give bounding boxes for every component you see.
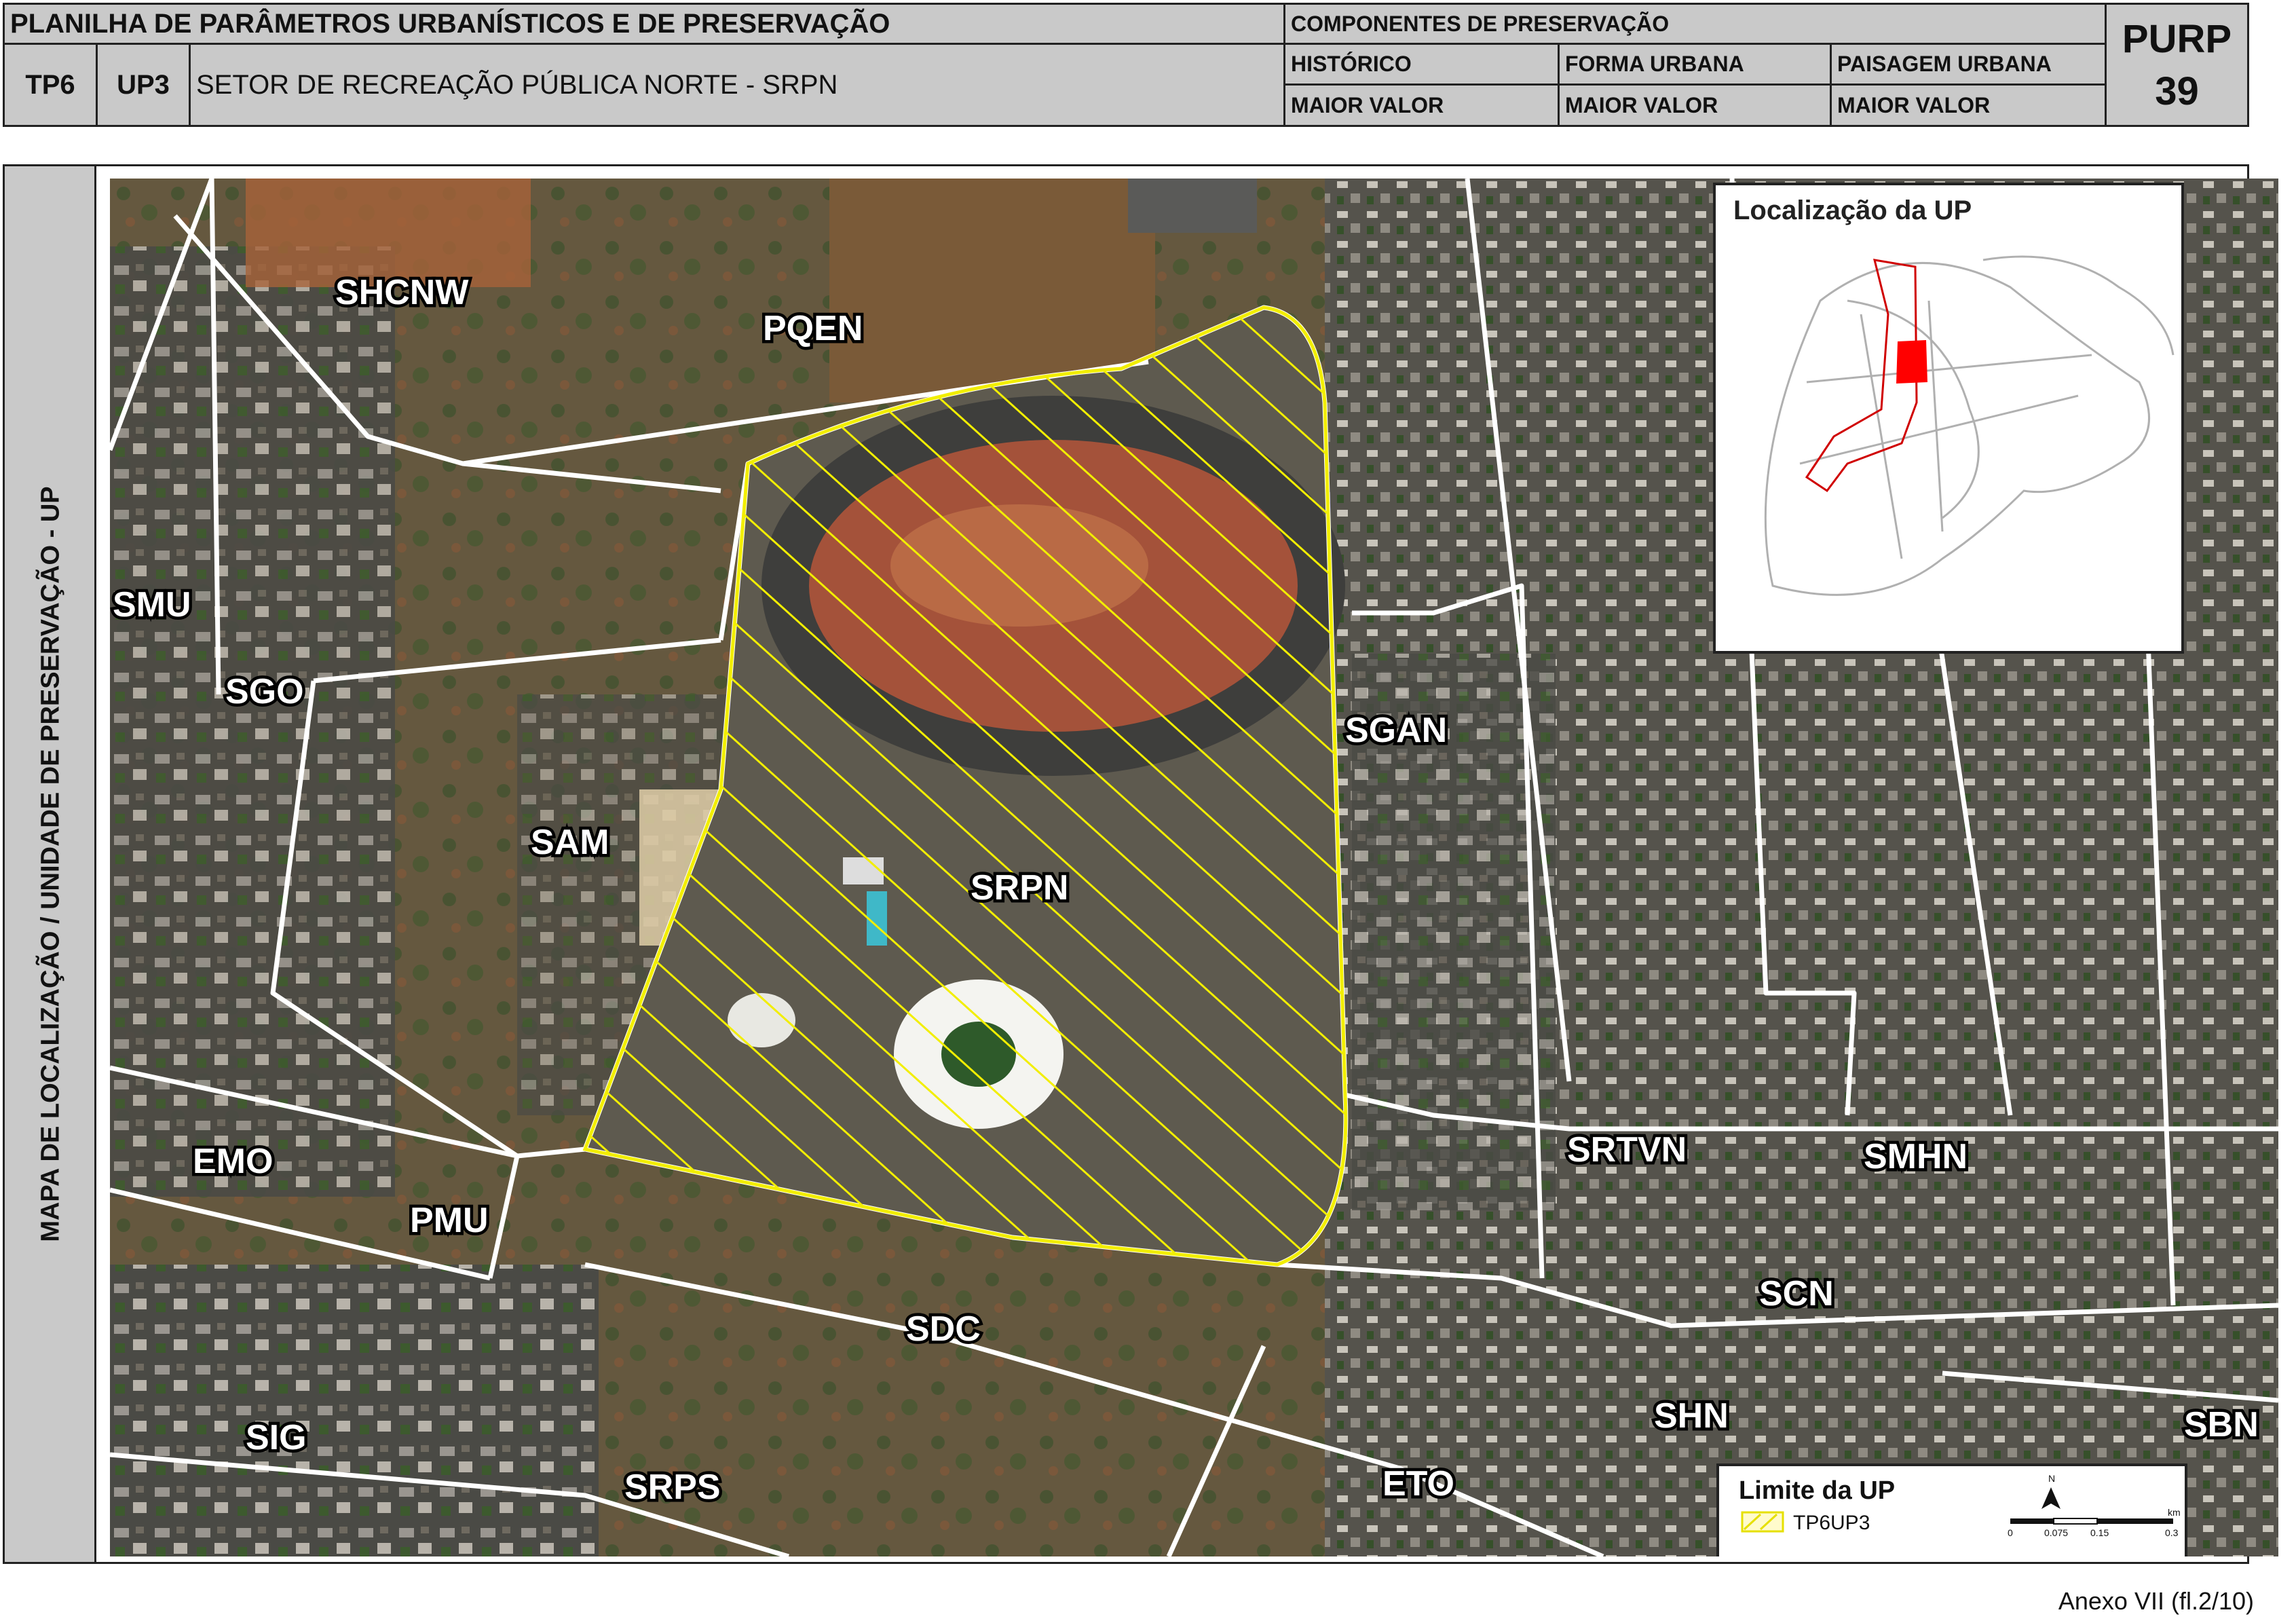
up-code: UP3: [96, 43, 191, 127]
area-label-srtvn[interactable]: SRTVN: [1564, 1127, 1690, 1173]
value-paisagem-urbana: MAIOR VALOR: [1830, 83, 2107, 127]
scale-label-2: 0.15: [2090, 1527, 2109, 1538]
sector-name: SETOR DE RECREAÇÃO PÚBLICA NORTE - SRPN: [189, 43, 1285, 127]
area-label-emo[interactable]: EMO: [190, 1139, 276, 1184]
scale-unit: km: [2168, 1507, 2181, 1518]
legend: Limite da UP TP6UP3 N 0 0.075 0.15 0.3 k…: [1716, 1463, 2187, 1556]
legend-title: Limite da UP: [1739, 1476, 1895, 1505]
area-label-smhn[interactable]: SMHN: [1861, 1134, 1971, 1180]
sidebar: MAPA DE LOCALIZAÇÃO / UNIDADE DE PRESERV…: [5, 166, 96, 1562]
area-label-sgan[interactable]: SGAN: [1342, 708, 1450, 753]
inset-highlight-up: [1896, 340, 1927, 384]
map-frame: MAPA DE LOCALIZAÇÃO / UNIDADE DE PRESERV…: [3, 164, 2278, 1564]
purp-number: 39: [2155, 69, 2199, 113]
area-label-srps[interactable]: SRPS: [622, 1465, 724, 1510]
header-table: PLANILHA DE PARÂMETROS URBANÍSTICOS E DE…: [3, 3, 2249, 127]
components-title: COMPONENTES DE PRESERVAÇÃO: [1283, 3, 2107, 45]
component-paisagem-urbana: PAISAGEM URBANA: [1830, 43, 2107, 86]
inset-map[interactable]: Localização da UP: [1713, 183, 2184, 654]
area-label-pqen[interactable]: PQEN: [760, 306, 866, 352]
scale-label-1: 0.075: [2044, 1527, 2068, 1538]
legend-item-label: TP6UP3: [1793, 1512, 1870, 1534]
area-label-scn[interactable]: SCN: [1756, 1271, 1837, 1317]
area-label-smu[interactable]: SMU: [110, 582, 194, 628]
area-label-shcnw[interactable]: SHCNW: [333, 270, 472, 316]
inset-title: Localização da UP: [1733, 195, 1972, 225]
area-label-pmu[interactable]: PMU: [407, 1198, 492, 1244]
location-map[interactable]: SHCNW PQEN SMU SGO SAM SGAN SRPN EMO PMU…: [110, 179, 2278, 1556]
sidebar-label: MAPA DE LOCALIZAÇÃO / UNIDADE DE PRESERV…: [36, 486, 65, 1242]
value-forma-urbana: MAIOR VALOR: [1558, 83, 1832, 127]
purp-box: PURP 39: [2105, 3, 2249, 127]
area-label-sgo[interactable]: SGO: [223, 669, 307, 715]
area-label-sig[interactable]: SIG: [243, 1415, 310, 1461]
scale-label-0: 0: [2008, 1527, 2013, 1538]
tp-code: TP6: [3, 43, 98, 127]
area-label-shn[interactable]: SHN: [1651, 1394, 1732, 1439]
area-label-sdc[interactable]: SDC: [903, 1307, 984, 1352]
scale-label-3: 0.3: [2165, 1527, 2179, 1538]
purp-label: PURP: [2122, 16, 2232, 61]
area-label-eto[interactable]: ETO: [1380, 1461, 1458, 1507]
value-historico: MAIOR VALOR: [1283, 83, 1560, 127]
area-label-sbn[interactable]: SBN: [2181, 1402, 2262, 1448]
sheet-title: PLANILHA DE PARÂMETROS URBANÍSTICOS E DE…: [3, 3, 1285, 45]
component-forma-urbana: FORMA URBANA: [1558, 43, 1832, 86]
annex-footer: Anexo VII (fl.2/10): [2058, 1587, 2254, 1615]
svg-text:N: N: [2048, 1473, 2055, 1484]
component-historico: HISTÓRICO: [1283, 43, 1560, 86]
area-label-srpn[interactable]: SRPN: [968, 865, 1072, 911]
area-label-sam[interactable]: SAM: [528, 820, 613, 865]
